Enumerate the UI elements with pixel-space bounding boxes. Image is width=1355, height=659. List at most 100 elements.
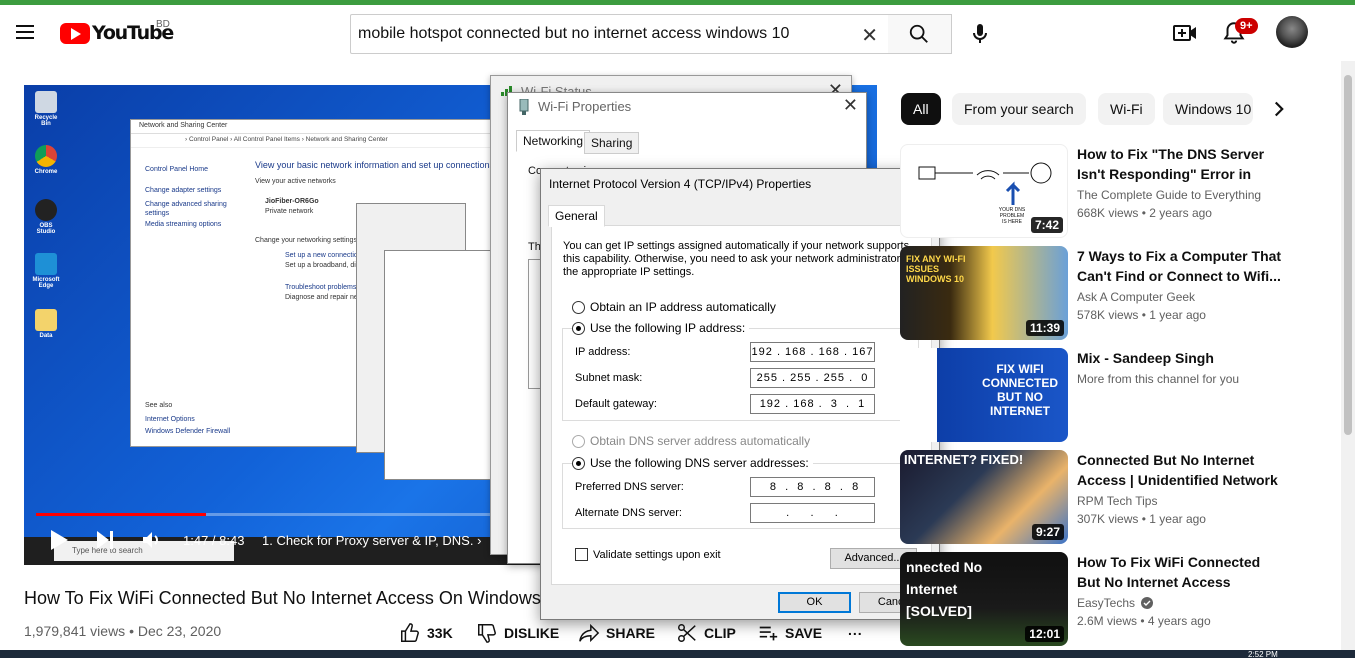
cp-see-also: See also <box>145 402 173 409</box>
search-button[interactable] <box>888 14 952 54</box>
cp-active-networks: View your active networks <box>255 178 336 185</box>
cp-change-settings: Change your networking settings <box>255 237 357 244</box>
rec-channel[interactable]: Ask A Computer Geek <box>1077 290 1195 304</box>
use-following-ip-radio[interactable]: Use the following IP address: <box>572 321 750 335</box>
default-gateway-label: Default gateway: <box>575 398 657 410</box>
wifi-properties-close-icon[interactable]: ✕ <box>843 95 858 116</box>
rec-age: 4 years ago <box>1147 614 1211 628</box>
rec-views: 668K views <box>1077 206 1139 220</box>
create-video-button[interactable] <box>1172 21 1198 45</box>
wifi-properties-title: Wi-Fi Properties <box>538 99 632 114</box>
cp-internet-options: Internet Options <box>145 416 195 423</box>
cp-link-media: Media streaming options <box>145 221 222 228</box>
thumbnail[interactable]: nnected No Internet [SOLVED] 12:01 <box>900 552 1068 646</box>
alternate-dns-field[interactable]: . . . <box>750 503 875 523</box>
tab-networking[interactable]: Networking <box>516 130 591 152</box>
page-scrollbar[interactable] <box>1341 61 1355 651</box>
recommendation-item[interactable]: FIX WIFI CONNECTED BUT NO INTERNET Mix -… <box>900 348 1300 442</box>
tab-sharing[interactable]: Sharing <box>584 132 640 154</box>
ok-button[interactable]: OK <box>778 592 851 613</box>
save-button[interactable]: SAVE <box>757 622 822 644</box>
recommendation-item[interactable]: YOUR DNS PROBLEM IS HERE 7:42 How to Fix… <box>900 144 1300 238</box>
progress-bar-fill <box>36 513 206 516</box>
alternate-dns-label: Alternate DNS server: <box>575 507 682 519</box>
thumb-caption: INTERNET? FIXED! <box>904 452 1024 467</box>
chip-from-your-search[interactable]: From your search <box>952 93 1086 125</box>
like-button[interactable]: 33K <box>399 622 453 644</box>
preferred-dns-label: Preferred DNS server: <box>575 481 684 493</box>
mini-ipv4-dialog <box>384 250 496 480</box>
upload-date: Dec 23, 2020 <box>137 623 222 639</box>
search-input[interactable]: mobile hotspot connected but no internet… <box>350 14 889 54</box>
rec-channel[interactable]: EasyTechs <box>1077 596 1154 610</box>
thumbnail[interactable]: INTERNET? FIXED! 9:27 <box>900 450 1068 544</box>
chip-windows-10[interactable]: Windows 10 <box>1163 93 1253 125</box>
recommendation-item[interactable]: INTERNET? FIXED! 9:27 Connected But No I… <box>900 450 1300 544</box>
cp-troubleshoot-desc: Diagnose and repair net... <box>285 294 366 301</box>
notification-count-badge: 9+ <box>1235 18 1258 34</box>
search-query[interactable]: mobile hotspot connected but no internet… <box>358 25 789 43</box>
obtain-dns-auto-radio[interactable]: Obtain DNS server address automatically <box>572 434 810 448</box>
checkbox-icon <box>575 548 588 561</box>
video-camera-plus-icon <box>1173 25 1196 41</box>
rec-title[interactable]: 7 Ways to Fix a Computer That Can't Find… <box>1077 246 1287 286</box>
chip-wifi[interactable]: Wi-Fi <box>1098 93 1155 125</box>
cp-link-adapter: Change adapter settings <box>145 187 222 194</box>
use-following-dns-radio[interactable]: Use the following DNS server addresses: <box>572 456 813 470</box>
video-meta: 1,979,841 views • Dec 23, 2020 <box>24 623 221 639</box>
ip-address-field[interactable]: 192 . 168 . 168 . 167 <box>750 342 875 362</box>
voice-search-button[interactable] <box>962 16 998 52</box>
rec-title[interactable]: How To Fix WiFi Connected But No Interne… <box>1077 552 1287 592</box>
avatar[interactable] <box>1276 16 1308 48</box>
clear-search-icon[interactable]: ✕ <box>861 23 878 48</box>
thumbnail[interactable]: FIX WIFI CONNECTED BUT NO INTERNET <box>900 348 1068 442</box>
rec-channel[interactable]: More from this channel for you <box>1077 372 1239 386</box>
chips-next-button[interactable] <box>1266 96 1292 122</box>
recommendation-item[interactable]: nnected No Internet [SOLVED] 12:01 How T… <box>900 552 1300 646</box>
share-button[interactable]: SHARE <box>578 622 655 644</box>
thumbnail[interactable]: YOUR DNS PROBLEM IS HERE 7:42 <box>900 144 1068 238</box>
dislike-button[interactable]: DISLIKE <box>476 622 559 644</box>
chevron-right-icon <box>1274 101 1284 117</box>
time-display: 1:47 / 8:43 <box>183 533 245 548</box>
volume-icon[interactable] <box>140 528 162 552</box>
thumbs-down-icon <box>478 624 496 643</box>
thumbs-up-icon <box>401 623 419 642</box>
radio-off-icon <box>572 300 585 314</box>
rec-stats: 578K views • 1 year ago <box>1077 308 1206 322</box>
ipv4-description: You can get IP settings assigned automat… <box>563 240 917 278</box>
default-gateway-field[interactable]: 192 . 168 . 3 . 1 <box>750 394 875 414</box>
chapter-label: 1. Check for Proxy server & IP, DNS. <box>262 533 474 548</box>
thumbnail[interactable]: FIX ANY WI-FI ISSUES WINDOWS 10 11:39 <box>900 246 1068 340</box>
rec-channel[interactable]: RPM Tech Tips <box>1077 494 1157 508</box>
tab-general[interactable]: General <box>548 205 605 227</box>
desktop-icon-chrome: Chrome <box>32 145 60 175</box>
cp-home-link: Control Panel Home <box>145 166 209 173</box>
rec-title[interactable]: How to Fix "The DNS Server Isn't Respond… <box>1077 144 1287 184</box>
obtain-ip-auto-label: Obtain an IP address automatically <box>590 300 776 314</box>
rec-views: 307K views <box>1077 512 1139 526</box>
share-label: SHARE <box>606 625 656 641</box>
more-actions-button[interactable]: ... <box>848 622 863 638</box>
validate-settings-checkbox[interactable]: Validate settings upon exit <box>575 548 721 561</box>
play-icon[interactable] <box>48 528 70 552</box>
chip-all[interactable]: All <box>901 93 941 125</box>
view-count: 1,979,841 views <box>24 623 126 639</box>
stats-separator: • <box>1141 206 1146 220</box>
ipv4-dialog-title: Internet Protocol Version 4 (TCP/IPv4) P… <box>549 177 812 191</box>
ipv4-properties-dialog: Internet Protocol Version 4 (TCP/IPv4) P… <box>540 168 940 620</box>
obtain-ip-auto-radio[interactable]: Obtain an IP address automatically <box>572 300 776 314</box>
clip-button[interactable]: CLIP <box>676 622 736 644</box>
menu-icon[interactable] <box>16 25 34 39</box>
rec-channel[interactable]: The Complete Guide to Everything <box>1077 188 1261 202</box>
scrollbar-thumb[interactable] <box>1344 75 1352 435</box>
network-adapter-icon <box>519 99 529 115</box>
next-icon[interactable] <box>94 528 116 552</box>
subnet-mask-field[interactable]: 255 . 255 . 255 . 0 <box>750 368 875 388</box>
rec-title[interactable]: Mix - Sandeep Singh <box>1077 348 1287 368</box>
chapter-title[interactable]: 1. Check for Proxy server & IP, DNS. › <box>262 533 481 548</box>
recommendation-item[interactable]: FIX ANY WI-FI ISSUES WINDOWS 10 11:39 7 … <box>900 246 1300 340</box>
preferred-dns-field[interactable]: 8 . 8 . 8 . 8 <box>750 477 875 497</box>
rec-title[interactable]: Connected But No Internet Access | Unide… <box>1077 450 1287 490</box>
rec-age: 1 year ago <box>1149 308 1206 322</box>
